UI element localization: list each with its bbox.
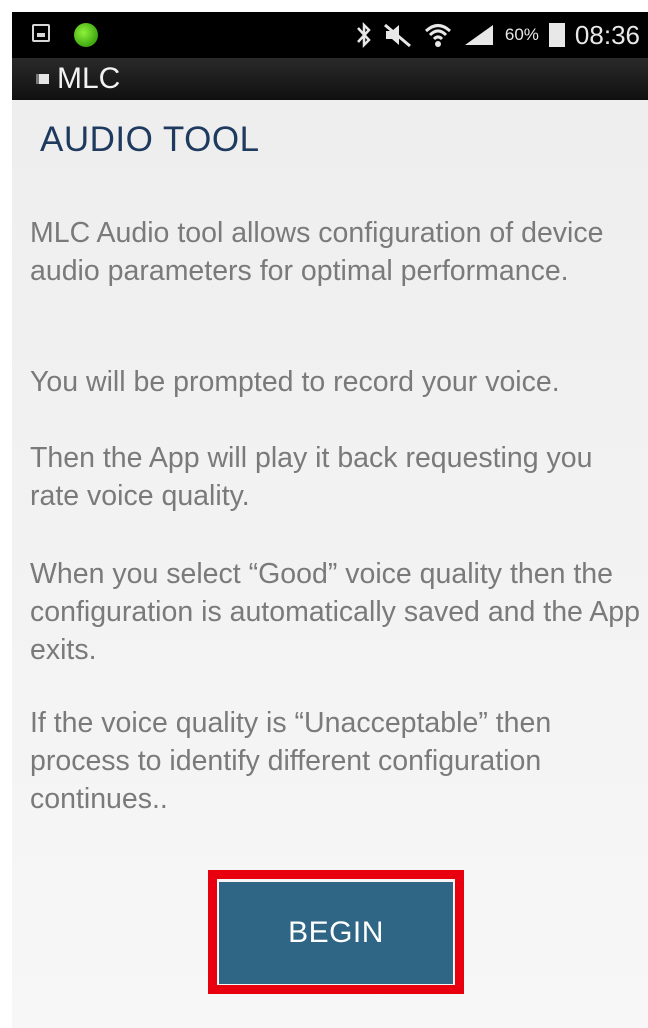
app-title: MLC xyxy=(57,62,121,95)
page-title: AUDIO TOOL xyxy=(40,120,260,159)
green-dot-icon xyxy=(74,23,98,47)
record-instruction: You will be prompted to record your voic… xyxy=(30,366,560,398)
signal-icon xyxy=(463,23,495,47)
good-quality-instruction: When you select “Good” voice quality the… xyxy=(30,558,640,666)
battery-percent: 60% xyxy=(504,25,539,44)
clock: 08:36 xyxy=(574,19,640,50)
begin-button[interactable]: BEGIN xyxy=(219,882,453,984)
description-paragraph: MLC Audio tool allows configuration of d… xyxy=(30,217,604,287)
playback-instruction: Then the App will play it back requestin… xyxy=(30,442,593,512)
screenshot-icon xyxy=(32,24,50,42)
app-icon xyxy=(36,74,49,84)
status-icons: 60% 08:36 xyxy=(355,12,640,58)
battery-icon xyxy=(548,23,565,47)
mute-icon xyxy=(383,21,413,49)
unacceptable-quality-instruction: If the voice quality is “Unacceptable” t… xyxy=(30,707,552,815)
bluetooth-icon xyxy=(355,21,373,49)
wifi-icon xyxy=(423,21,453,49)
app-bar: MLC xyxy=(12,58,648,100)
content-area: AUDIO TOOL MLC Audio tool allows configu… xyxy=(12,100,648,1028)
status-bar: 60% 08:36 xyxy=(12,12,648,58)
device-screen: 60% 08:36 MLC AUDIO TOOL MLC Audio tool … xyxy=(12,12,648,1028)
